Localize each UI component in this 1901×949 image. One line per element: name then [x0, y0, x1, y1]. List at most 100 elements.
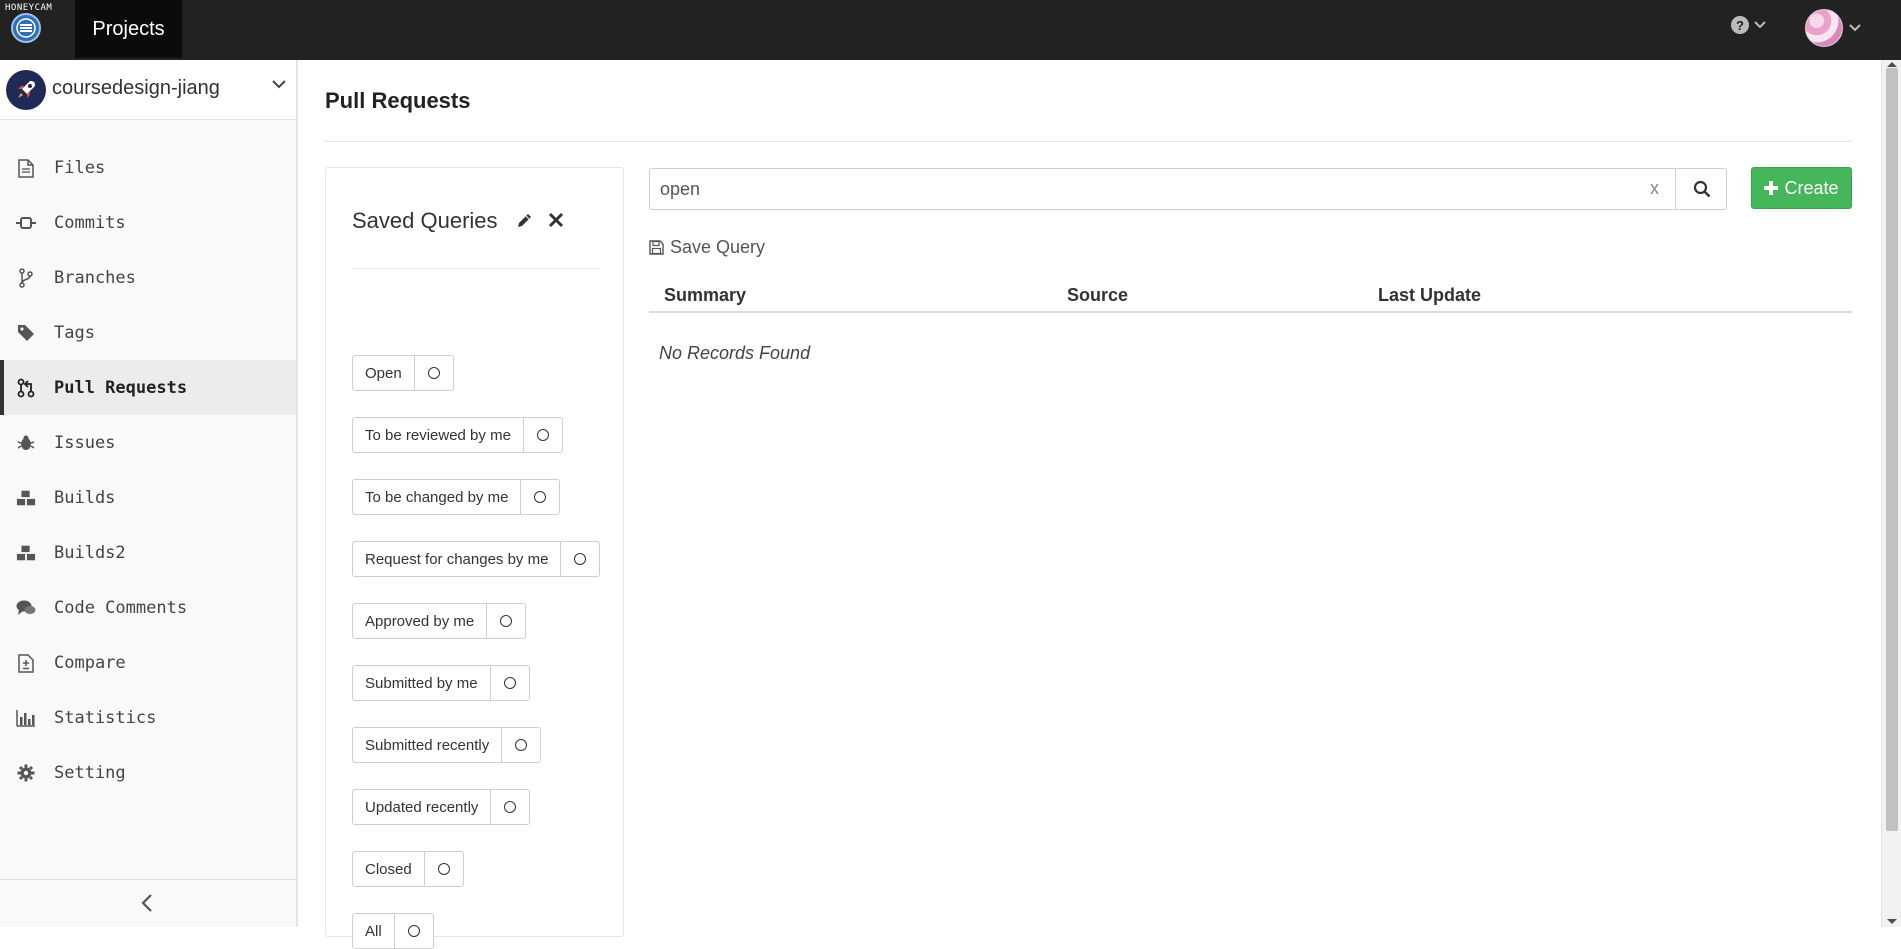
sidebar-item-label: Pull Requests: [54, 377, 188, 398]
chevron-left-icon[interactable]: [141, 894, 153, 912]
pencil-icon[interactable]: [516, 212, 533, 229]
pull-request-icon: [16, 378, 36, 398]
help-menu-button[interactable]: ?: [1731, 16, 1766, 34]
watch-toggle[interactable]: [524, 418, 562, 452]
saved-query-label[interactable]: Approved by me: [353, 604, 488, 638]
floppy-disk-icon: [649, 240, 664, 255]
results-table-header: Summary Source Last Update: [649, 275, 1852, 313]
sidebar-item-commits[interactable]: Commits: [0, 195, 296, 250]
rocket-icon: [18, 81, 35, 98]
tag-icon: [16, 323, 36, 343]
saved-query-request-for-changes: Request for changes by me: [352, 541, 601, 577]
sidebar-item-files[interactable]: Files: [0, 140, 296, 195]
circle-icon: [574, 553, 587, 565]
saved-query-label[interactable]: Request for changes by me: [353, 542, 562, 576]
sidebar-item-builds2[interactable]: Builds2: [0, 525, 296, 580]
watch-toggle[interactable]: [425, 852, 463, 886]
saved-query-label[interactable]: To be changed by me: [353, 480, 522, 514]
saved-query-label[interactable]: All: [353, 914, 395, 948]
saved-query-updated-recently: Updated recently: [352, 789, 531, 825]
sidebar-item-label: Files: [54, 157, 106, 178]
top-navbar: HONEYCAM Projects ?: [0, 0, 1901, 60]
close-icon[interactable]: [548, 212, 564, 228]
file-icon: [16, 158, 36, 178]
save-query-link[interactable]: Save Query: [649, 237, 765, 258]
project-avatar: [6, 70, 46, 110]
sidebar-item-label: Statistics: [54, 707, 157, 728]
clear-query-button[interactable]: x: [1650, 178, 1659, 199]
sidebar-item-label: Branches: [54, 267, 136, 288]
sidebar-item-compare[interactable]: Compare: [0, 635, 296, 690]
compare-icon: [16, 653, 36, 673]
watch-toggle[interactable]: [491, 790, 529, 824]
sidebar-item-label: Builds2: [54, 542, 126, 563]
sidebar-item-pull-requests[interactable]: Pull Requests: [0, 360, 296, 415]
project-sidebar: coursedesign-jiang Files Commits Branche…: [0, 60, 298, 927]
app-logo-icon[interactable]: [11, 13, 41, 43]
gear-icon: [16, 763, 36, 783]
circle-icon: [503, 677, 516, 689]
search-button[interactable]: [1675, 169, 1727, 209]
scroll-up-arrow-icon[interactable]: [1887, 62, 1897, 67]
project-selector[interactable]: coursedesign-jiang: [0, 60, 296, 120]
watch-toggle[interactable]: [502, 728, 540, 762]
saved-query-approved: Approved by me: [352, 603, 527, 639]
page-scrollbar[interactable]: [1881, 60, 1901, 927]
circle-icon: [427, 367, 440, 379]
sidebar-item-label: Commits: [54, 212, 126, 233]
circle-icon: [500, 615, 513, 627]
sidebar-collapse-bar: [0, 879, 296, 927]
sidebar-item-tags[interactable]: Tags: [0, 305, 296, 360]
title-divider: [325, 141, 1851, 142]
cubes-icon: [16, 488, 36, 508]
sidebar-item-branches[interactable]: Branches: [0, 250, 296, 305]
saved-query-to-be-changed: To be changed by me: [352, 479, 561, 515]
chevron-down-icon: [272, 80, 286, 89]
scrollbar-thumb[interactable]: [1886, 68, 1898, 831]
page-title: Pull Requests: [325, 88, 471, 113]
saved-query-label[interactable]: Closed: [353, 852, 425, 886]
sidebar-item-code-comments[interactable]: Code Comments: [0, 580, 296, 635]
saved-query-label[interactable]: Submitted by me: [353, 666, 491, 700]
sidebar-item-statistics[interactable]: Statistics: [0, 690, 296, 745]
watch-toggle[interactable]: [561, 542, 599, 576]
commit-icon: [16, 213, 36, 233]
watch-toggle[interactable]: [521, 480, 559, 514]
create-button[interactable]: Create: [1751, 167, 1852, 209]
project-name: coursedesign-jiang: [52, 77, 220, 99]
saved-queries-title: Saved Queries: [352, 208, 498, 233]
saved-query-label[interactable]: To be reviewed by me: [353, 418, 524, 452]
question-circle-icon: ?: [1731, 16, 1749, 34]
watch-toggle[interactable]: [415, 356, 453, 390]
column-header-summary[interactable]: Summary: [664, 285, 746, 306]
sidebar-nav: Files Commits Branches Tags Pull Request…: [0, 140, 296, 800]
sidebar-item-label: Tags: [54, 322, 95, 343]
watch-toggle[interactable]: [491, 666, 529, 700]
user-menu-button[interactable]: [1805, 9, 1861, 47]
saved-query-label[interactable]: Submitted recently: [353, 728, 503, 762]
saved-query-all: All: [352, 913, 434, 949]
saved-queries-divider: [352, 268, 599, 269]
sidebar-item-builds[interactable]: Builds: [0, 470, 296, 525]
save-query-label: Save Query: [670, 237, 766, 257]
plus-icon: [1764, 181, 1779, 195]
column-header-last-update[interactable]: Last Update: [1378, 285, 1481, 306]
query-input[interactable]: [650, 169, 1675, 209]
circle-icon: [536, 429, 549, 441]
scroll-down-arrow-icon[interactable]: [1887, 919, 1897, 924]
watch-toggle[interactable]: [395, 914, 433, 948]
chevron-down-icon: [1849, 24, 1861, 32]
saved-query-open: Open: [352, 355, 454, 391]
saved-query-closed: Closed: [352, 851, 464, 887]
sidebar-item-issues[interactable]: Issues: [0, 415, 296, 470]
saved-query-label[interactable]: Open: [353, 356, 415, 390]
watch-toggle[interactable]: [487, 604, 525, 638]
main-content: Pull Requests Saved Queries Open To be r…: [325, 60, 1852, 949]
cubes-icon: [16, 543, 36, 563]
circle-icon: [437, 863, 450, 875]
branch-icon: [16, 268, 36, 288]
sidebar-item-setting[interactable]: Setting: [0, 745, 296, 800]
saved-query-label[interactable]: Updated recently: [353, 790, 492, 824]
nav-projects[interactable]: Projects: [75, 0, 182, 58]
column-header-source[interactable]: Source: [1067, 285, 1128, 306]
